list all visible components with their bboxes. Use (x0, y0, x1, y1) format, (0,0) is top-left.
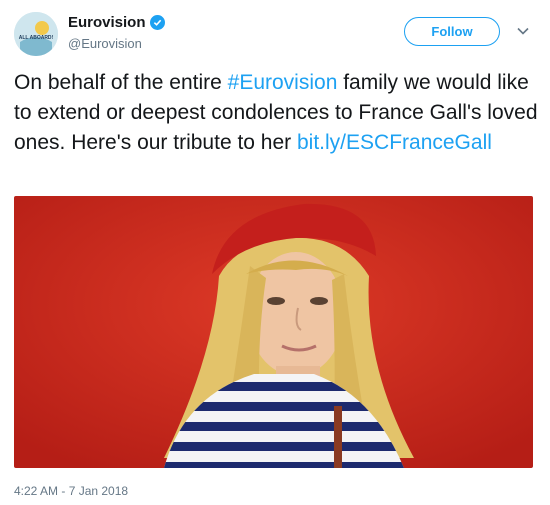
url-link[interactable]: bit.ly/ESCFranceGall (297, 131, 492, 154)
tribute-photo (14, 196, 533, 468)
chevron-down-icon[interactable] (516, 24, 530, 38)
tweet-text-start: On behalf of the entire (14, 71, 228, 94)
tweet-timestamp[interactable]: 4:22 AM - 7 Jan 2018 (14, 484, 128, 498)
account-name-row[interactable]: Eurovision (68, 14, 165, 31)
follow-button[interactable]: Follow (404, 17, 500, 46)
tweet-text: On behalf of the entire #Eurovision fami… (14, 68, 538, 158)
tweet-photo[interactable] (14, 196, 533, 468)
verified-badge-icon (149, 15, 165, 30)
account-handle[interactable]: @Eurovision (68, 36, 142, 51)
avatar[interactable]: ALL ABOARD! (14, 12, 58, 56)
avatar-logo: ALL ABOARD! (14, 12, 58, 56)
display-name[interactable]: Eurovision (68, 14, 146, 31)
avatar-text: ALL ABOARD! (19, 35, 54, 41)
hashtag-link[interactable]: #Eurovision (228, 71, 338, 94)
